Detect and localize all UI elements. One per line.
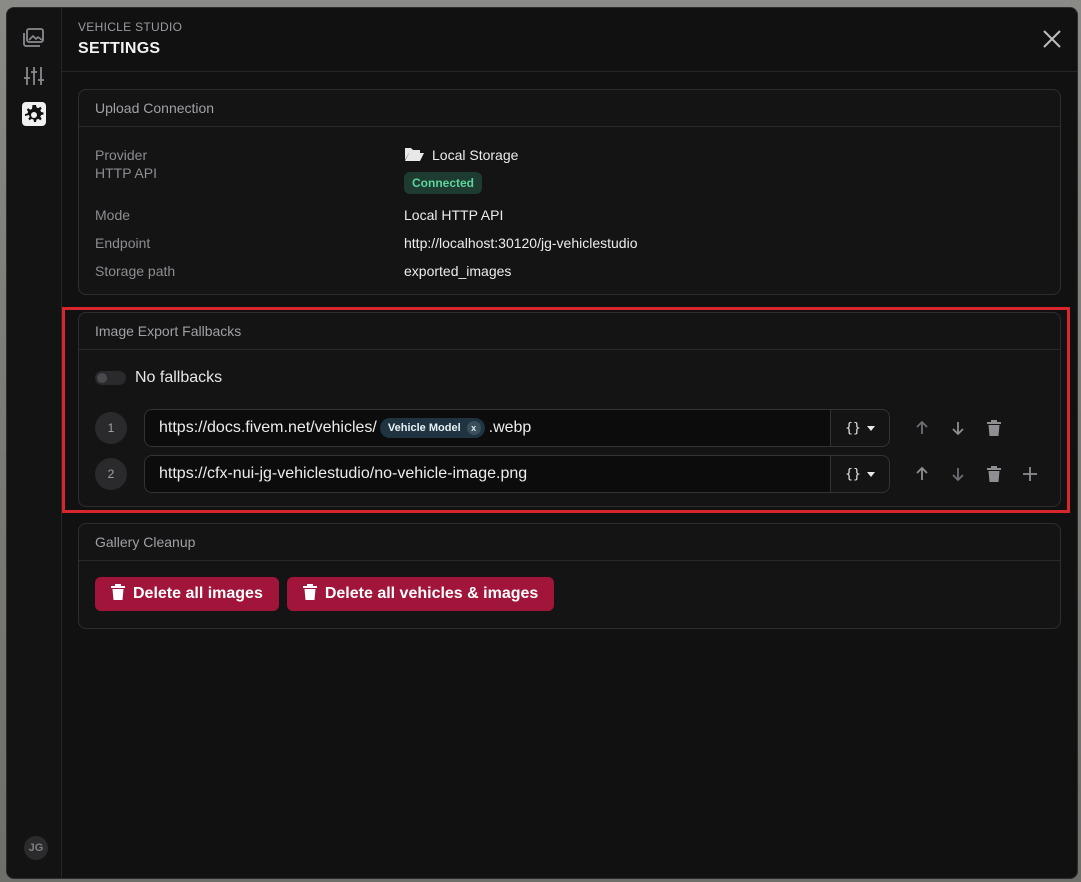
arrow-up-icon[interactable]	[910, 416, 934, 440]
info-key: HTTP API	[95, 165, 157, 181]
page-title: SETTINGS	[78, 40, 161, 57]
braces-icon: {}	[845, 420, 861, 436]
caret-down-icon	[866, 425, 875, 431]
trash-icon	[302, 583, 317, 605]
plus-icon[interactable]	[1018, 462, 1042, 486]
main-panel: VEHICLE STUDIO SETTINGS Upload Connectio…	[62, 8, 1077, 878]
app-eyebrow: VEHICLE STUDIO	[78, 20, 183, 34]
folder-open-icon	[404, 146, 424, 165]
info-value: exported_images	[404, 263, 512, 279]
info-row-endpoint: Endpoint http://localhost:30120/jg-vehic…	[79, 229, 1060, 257]
arrow-up-icon[interactable]	[910, 462, 934, 486]
url-prefix: https://cfx-nui-jg-vehiclestudio/no-vehi…	[159, 465, 528, 482]
sliders-icon[interactable]	[22, 64, 46, 88]
url-suffix: .webp	[488, 419, 532, 436]
avatar: JG	[24, 836, 48, 860]
info-value: Local HTTP API	[404, 207, 504, 223]
card-title: Image Export Fallbacks	[79, 313, 1060, 350]
insert-variable-dropdown[interactable]: {}	[830, 455, 890, 493]
image-export-fallbacks-card: Image Export Fallbacks No fallbacks 1 ht…	[78, 312, 1061, 507]
fallback-row-1: 1 https://docs.fivem.net/vehicles/ Vehic…	[95, 409, 1006, 447]
card-title: Gallery Cleanup	[79, 524, 1060, 561]
fallback-url-input[interactable]: https://docs.fivem.net/vehicles/ Vehicle…	[144, 409, 830, 447]
trash-icon[interactable]	[982, 416, 1006, 440]
upload-connection-card: Upload Connection Provider Local Storage…	[78, 89, 1061, 295]
fallback-row-2: 2 https://cfx-nui-jg-vehiclestudio/no-ve…	[95, 455, 1042, 493]
fallback-index: 1	[95, 412, 127, 444]
no-fallbacks-toggle-row: No fallbacks	[79, 350, 1060, 387]
info-row-storage-path: Storage path exported_images	[79, 257, 1060, 285]
toggle-label: No fallbacks	[135, 369, 223, 386]
settings-window: JG VEHICLE STUDIO SETTINGS Upload Connec…	[6, 7, 1078, 879]
fallback-index: 2	[95, 458, 127, 490]
info-key: Storage path	[95, 263, 176, 279]
info-key: Mode	[95, 207, 131, 223]
gallery-icon[interactable]	[22, 26, 46, 50]
arrow-down-icon[interactable]	[946, 462, 970, 486]
gallery-cleanup-card: Gallery Cleanup Delete all images Delete…	[78, 523, 1061, 629]
button-label: Delete all images	[133, 585, 263, 602]
chip-remove-icon[interactable]: x	[466, 421, 481, 435]
button-label: Delete all vehicles & images	[324, 585, 539, 602]
info-value: http://localhost:30120/jg-vehiclestudio	[404, 235, 638, 251]
fallback-url-input[interactable]: https://cfx-nui-jg-vehiclestudio/no-vehi…	[144, 455, 830, 493]
gear-icon[interactable]	[22, 102, 46, 126]
header: VEHICLE STUDIO SETTINGS	[62, 8, 1077, 72]
status-badge: Connected	[404, 172, 483, 194]
info-row-mode: Mode Local HTTP API	[79, 201, 1060, 229]
card-title: Upload Connection	[79, 90, 1060, 127]
delete-all-vehicles-images-button[interactable]: Delete all vehicles & images	[286, 577, 555, 611]
caret-down-icon	[866, 471, 875, 477]
info-row-provider: Provider Local Storage	[79, 145, 1060, 165]
info-key: Provider	[95, 147, 148, 163]
delete-all-images-button[interactable]: Delete all images	[95, 577, 279, 611]
variable-chip[interactable]: Vehicle Model x	[379, 418, 485, 438]
trash-icon[interactable]	[982, 462, 1006, 486]
sidebar: JG	[7, 8, 62, 878]
info-key: Endpoint	[95, 235, 151, 251]
insert-variable-dropdown[interactable]: {}	[830, 409, 890, 447]
chip-label: Vehicle Model	[387, 422, 461, 434]
arrow-down-icon[interactable]	[946, 416, 970, 440]
url-prefix: https://docs.fivem.net/vehicles/	[159, 419, 377, 436]
info-row-http-api: HTTP API Connected	[79, 165, 1060, 201]
no-fallbacks-toggle[interactable]	[95, 371, 126, 385]
close-icon[interactable]	[1041, 28, 1063, 50]
braces-icon: {}	[845, 466, 861, 482]
trash-icon	[111, 583, 125, 605]
info-value: Local Storage	[432, 147, 519, 163]
